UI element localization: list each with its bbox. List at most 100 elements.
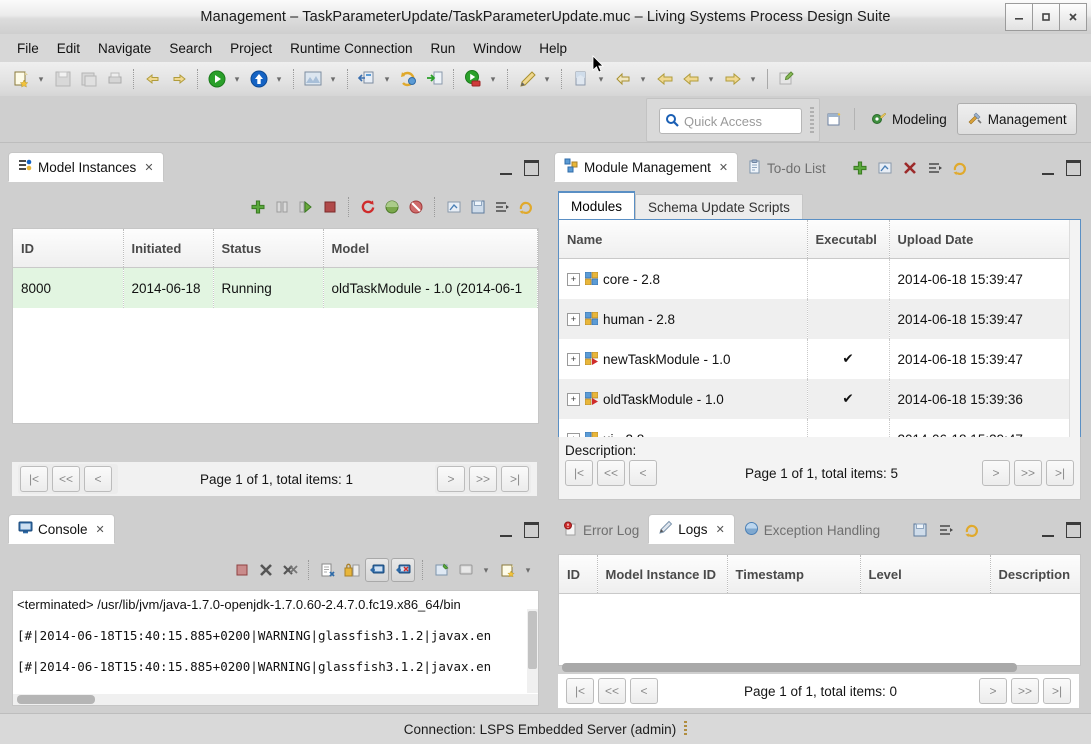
save-all-icon[interactable]	[77, 67, 101, 91]
next-page-button[interactable]: >	[437, 466, 465, 492]
column-header-upload-date[interactable]: Upload Date	[889, 220, 1080, 259]
table-row[interactable]: + core - 2.8 2014-06-18 15:39:47	[559, 258, 1080, 299]
maximize-button[interactable]	[1032, 3, 1060, 31]
forward-back-icon[interactable]	[679, 67, 703, 91]
forward-icon[interactable]	[721, 67, 745, 91]
menu-project[interactable]: Project	[221, 38, 281, 59]
debug-icon[interactable]	[381, 196, 403, 218]
column-header-model[interactable]: Model	[323, 229, 538, 268]
next-many-page-button[interactable]: >>	[1014, 460, 1042, 486]
clear-console-icon[interactable]	[317, 559, 339, 581]
console-output[interactable]: <terminated> /usr/lib/jvm/java-1.7.0-ope…	[12, 590, 539, 706]
minimize-icon[interactable]	[1042, 162, 1054, 175]
column-header-executable[interactable]: Executabl	[807, 220, 890, 259]
close-icon[interactable]: ✕	[716, 523, 725, 536]
new-dropdown-arrow[interactable]: ▾	[34, 68, 48, 90]
diagram-dropdown-arrow[interactable]: ▾	[326, 68, 340, 90]
expander-icon[interactable]: +	[567, 313, 580, 327]
remove-all-launches-icon[interactable]	[279, 559, 301, 581]
minimize-icon[interactable]	[500, 162, 512, 175]
modules-vertical-scrollbar[interactable]	[1069, 220, 1080, 438]
display-selected-console-icon[interactable]	[455, 559, 477, 581]
export-icon[interactable]	[443, 196, 465, 218]
console-vertical-scrollbar[interactable]	[527, 609, 538, 693]
upload-dropdown-arrow[interactable]: ▾	[272, 68, 286, 90]
filter-icon[interactable]	[935, 519, 957, 541]
maximize-icon[interactable]	[524, 522, 539, 538]
next-page-button[interactable]: >	[982, 460, 1010, 486]
pencil-dropdown-arrow[interactable]: ▾	[540, 68, 554, 90]
menu-file[interactable]: File	[8, 38, 48, 59]
maximize-icon[interactable]	[1066, 522, 1081, 538]
close-icon[interactable]: ✕	[96, 523, 105, 536]
scroll-lock-icon[interactable]	[341, 559, 363, 581]
expander-icon[interactable]: +	[567, 273, 580, 287]
undo-icon[interactable]	[141, 67, 165, 91]
refresh-icon[interactable]	[961, 519, 983, 541]
terminate-icon[interactable]	[231, 559, 253, 581]
table-row[interactable]: + human - 2.8 2014-06-18 15:39:47	[559, 299, 1080, 339]
last-page-button[interactable]: >|	[501, 466, 529, 492]
remove-breakpoint-icon[interactable]	[405, 196, 427, 218]
pencil-icon[interactable]	[515, 67, 539, 91]
column-header-id[interactable]: ID	[13, 229, 124, 268]
add-icon[interactable]	[247, 196, 269, 218]
run-server-icon[interactable]	[461, 67, 485, 91]
tab-module-management[interactable]: Module Management ✕	[554, 152, 739, 182]
minimize-icon[interactable]	[1042, 524, 1054, 537]
bookmark-icon[interactable]	[569, 67, 593, 91]
show-console-error-icon[interactable]	[391, 558, 415, 582]
last-edit-dropdown-arrow[interactable]: ▾	[636, 68, 650, 90]
stop-icon[interactable]	[319, 196, 341, 218]
refresh-icon[interactable]	[515, 196, 537, 218]
tab-console[interactable]: Console ✕	[8, 514, 115, 544]
refresh-model-icon[interactable]	[397, 67, 421, 91]
inner-tab-schema-update-scripts[interactable]: Schema Update Scripts	[635, 194, 803, 220]
close-button[interactable]	[1059, 3, 1087, 31]
search-input[interactable]: Quick Access	[659, 108, 802, 134]
run-dropdown-arrow[interactable]: ▾	[230, 68, 244, 90]
run-icon[interactable]	[205, 67, 229, 91]
filter-icon[interactable]	[924, 157, 946, 179]
menu-edit[interactable]: Edit	[48, 38, 89, 59]
forward-dropdown-arrow[interactable]: ▾	[746, 68, 760, 90]
menu-run[interactable]: Run	[421, 38, 464, 59]
new-icon[interactable]	[9, 67, 33, 91]
column-header-level[interactable]: Level	[860, 555, 991, 594]
prev-many-page-button[interactable]: <<	[598, 678, 626, 704]
menu-window[interactable]: Window	[464, 38, 530, 59]
pause-icon[interactable]	[271, 196, 293, 218]
pin-console-icon[interactable]	[431, 559, 453, 581]
delete-icon[interactable]	[899, 157, 921, 179]
prev-page-button[interactable]: <	[630, 678, 658, 704]
last-page-button[interactable]: >|	[1046, 460, 1074, 486]
show-console-icon[interactable]	[365, 558, 389, 582]
minimize-icon[interactable]	[500, 524, 512, 537]
column-header-name[interactable]: Name	[559, 220, 808, 259]
column-header-timestamp[interactable]: Timestamp	[727, 555, 861, 594]
column-header-status[interactable]: Status	[213, 229, 324, 268]
next-many-page-button[interactable]: >>	[1011, 678, 1039, 704]
new-perspective-icon[interactable]	[820, 104, 848, 134]
table-row[interactable]: 8000 2014-06-18 Running oldTaskModule - …	[13, 267, 538, 308]
perspective-modeling[interactable]: Modeling	[861, 103, 957, 135]
menu-runtime-connection[interactable]: Runtime Connection	[281, 38, 421, 59]
menu-search[interactable]: Search	[160, 38, 221, 59]
console-horizontal-scrollbar[interactable]	[13, 694, 538, 705]
first-page-button[interactable]: |<	[20, 466, 48, 492]
perspective-management[interactable]: Management	[956, 103, 1077, 135]
close-icon[interactable]: ✕	[719, 161, 728, 174]
next-page-button[interactable]: >	[979, 678, 1007, 704]
run-server-dropdown-arrow[interactable]: ▾	[486, 68, 500, 90]
save-icon[interactable]	[51, 67, 75, 91]
menu-help[interactable]: Help	[530, 38, 576, 59]
open-console-dropdown-arrow[interactable]: ▾	[521, 559, 535, 581]
column-header-model-instance-id[interactable]: Model Instance ID	[597, 555, 728, 594]
tab-logs[interactable]: Logs ✕	[648, 514, 735, 544]
open-console-icon[interactable]	[497, 559, 519, 581]
prev-page-button[interactable]: <	[84, 466, 112, 492]
last-page-button[interactable]: >|	[1043, 678, 1071, 704]
last-edit-icon[interactable]	[611, 67, 635, 91]
status-resize-grip[interactable]	[684, 721, 688, 737]
tab-exception-handling[interactable]: Exception Handling	[735, 516, 889, 544]
